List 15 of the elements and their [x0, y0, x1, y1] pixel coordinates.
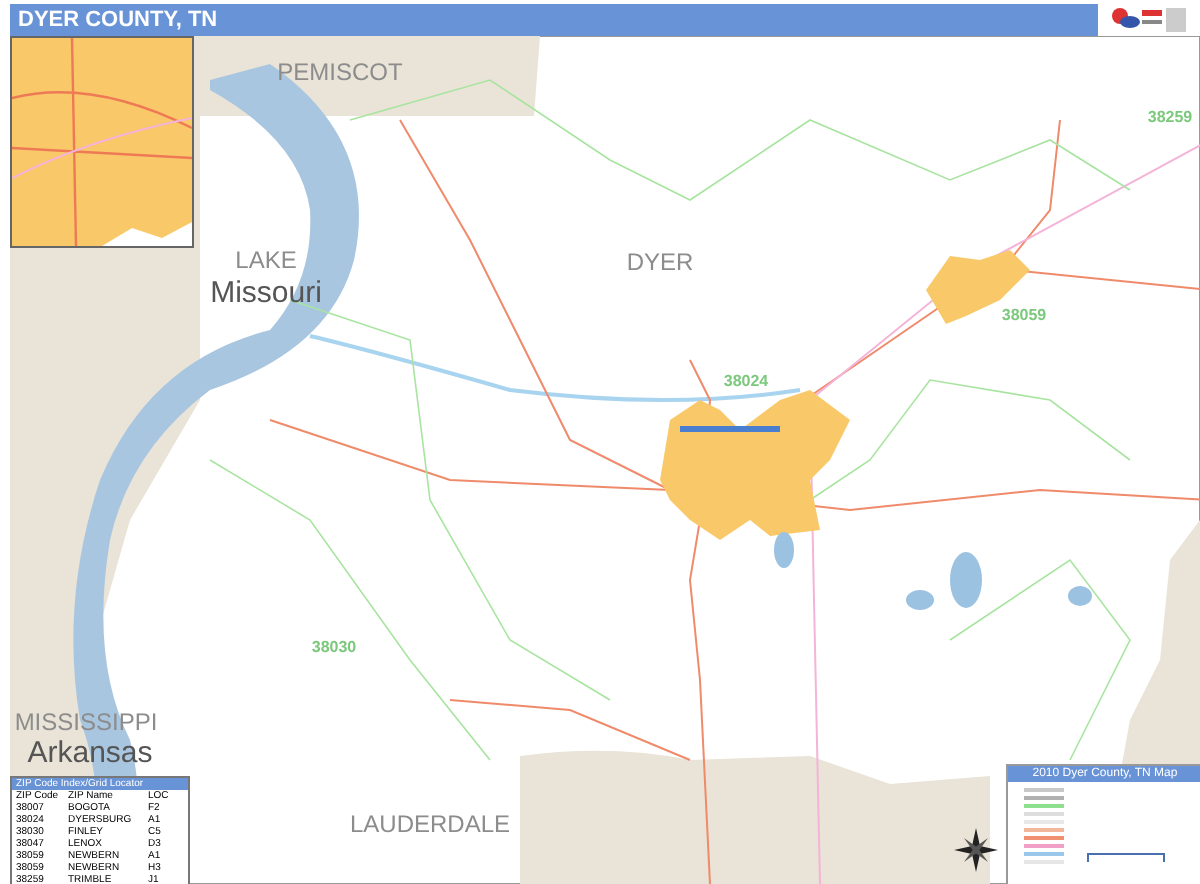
zip-label: 38024: [723, 372, 769, 390]
zip-label: 38259: [1147, 108, 1193, 126]
zip-label: 38059: [1001, 306, 1047, 324]
compass-rose-icon: [954, 828, 998, 872]
title-bar: DYER COUNTY, TN: [10, 3, 1098, 35]
county-label: LAKE: [235, 246, 297, 274]
zip-label: 38030: [311, 638, 357, 656]
county-label: LAUDERDALE: [349, 810, 511, 838]
inset-marker: [680, 426, 780, 432]
scale-bar-icon: [1086, 848, 1166, 864]
state-label: Missouri: [210, 276, 322, 310]
county-label: PEMISCOT: [277, 58, 403, 86]
logo-icon: [1106, 3, 1190, 35]
state-label: Arkansas: [27, 736, 153, 770]
county-label: DYER: [626, 248, 694, 276]
